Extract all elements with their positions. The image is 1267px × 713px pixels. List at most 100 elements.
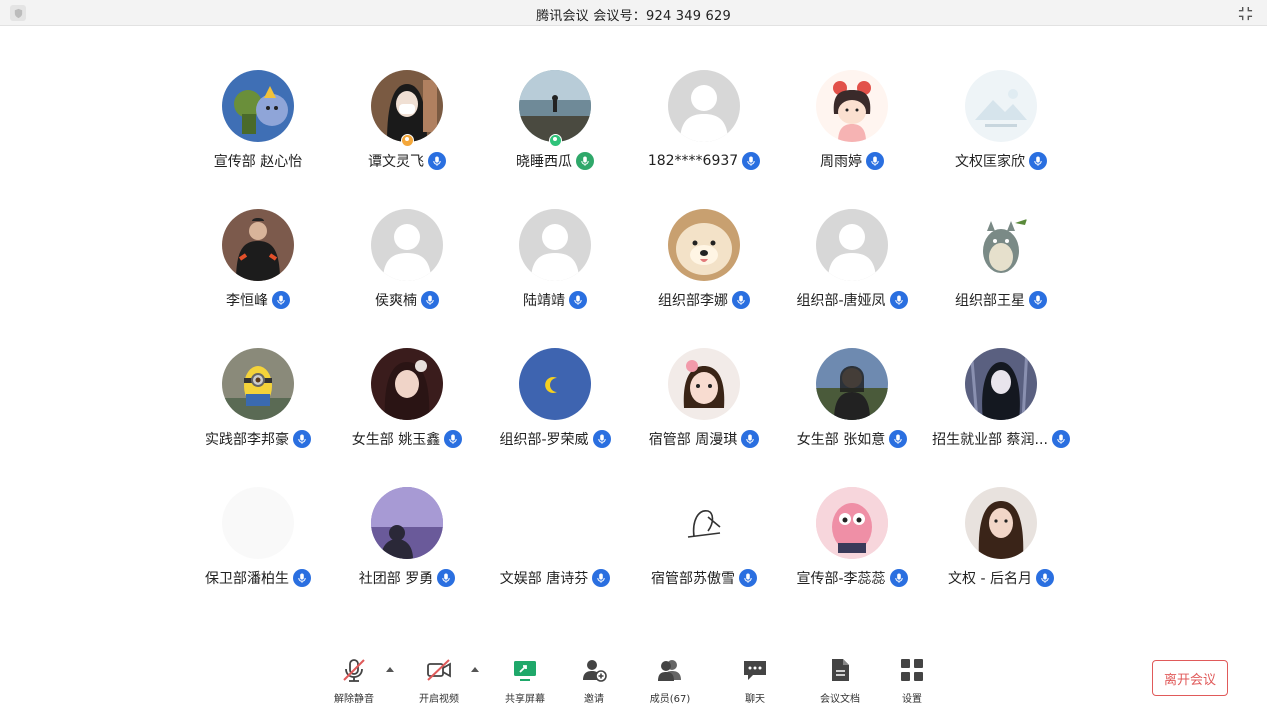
participant-grid: 宣传部 赵心怡 谭文灵飞 晓睡西瓜 182****6937 周雨婷 文权匡家欣李恒峰 侯爽楠… — [0, 0, 1267, 640]
avatar — [371, 487, 443, 559]
mic-status-icon — [437, 569, 456, 587]
avatar — [965, 70, 1037, 142]
participant-name: 晓睡西瓜 — [516, 154, 572, 170]
participant-name: 组织部李娜 — [658, 293, 728, 309]
participant-name: 李恒峰 — [226, 293, 268, 309]
participant-name: 保卫部潘柏生 — [205, 571, 289, 587]
mic-status-icon — [889, 569, 908, 587]
mic-status-icon — [569, 291, 587, 309]
participant-name: 文权 - 后名月 — [948, 571, 1032, 587]
camera-off-icon — [424, 655, 454, 685]
mic-status-icon — [1029, 152, 1047, 170]
avatar — [816, 209, 888, 281]
participant-name: 女生部 姚玉鑫 — [351, 432, 441, 448]
avatar — [519, 209, 591, 281]
participant-tile[interactable]: 组织部-唐娅凤 — [777, 209, 927, 319]
participant-name: 组织部王星 — [955, 293, 1025, 309]
avatar — [668, 70, 740, 142]
participant-tile[interactable]: 陆靖靖 — [480, 209, 630, 319]
mic-status-icon — [732, 291, 750, 309]
chat-icon — [740, 655, 770, 685]
document-icon — [825, 655, 855, 685]
mic-muted-icon — [339, 655, 369, 685]
participant-tile[interactable]: 实践部李邦豪 — [183, 348, 333, 458]
meeting-docs-button[interactable]: 会议文档 — [810, 655, 870, 707]
participant-name: 周雨婷 — [820, 154, 862, 170]
participant-tile[interactable]: 宣传部-李蕊蕊 — [777, 487, 927, 597]
participant-name: 宣传部 赵心怡 — [213, 154, 303, 170]
participant-name: 182****6937 — [647, 153, 739, 169]
avatar — [816, 348, 888, 420]
participant-name: 谭文灵飞 — [368, 154, 424, 170]
chat-button[interactable]: 聊天 — [725, 655, 785, 707]
mic-status-icon — [592, 430, 611, 448]
participant-name: 侯爽楠 — [375, 293, 417, 309]
members-button[interactable]: 成员(67) — [640, 655, 700, 707]
mic-status-icon — [1051, 430, 1070, 448]
avatar — [965, 348, 1037, 420]
mic-status-icon — [866, 152, 884, 170]
avatar — [222, 209, 294, 281]
avatar — [519, 70, 591, 142]
share-screen-icon — [510, 655, 540, 685]
leave-meeting-button[interactable]: 离开会议 — [1152, 660, 1228, 696]
share-screen-button[interactable]: 共享屏幕 — [495, 655, 555, 707]
mic-status-icon — [576, 152, 594, 170]
unmute-button[interactable]: 解除静音 — [324, 655, 384, 707]
participant-name-row: 组织部王星 — [906, 289, 1096, 311]
participant-name: 组织部-唐娅凤 — [796, 293, 886, 309]
participant-name: 宿管部苏傲雪 — [651, 571, 735, 587]
avatar — [965, 487, 1037, 559]
participant-tile[interactable]: 晓睡西瓜 — [480, 70, 630, 180]
avatar — [371, 209, 443, 281]
participant-name: 招生就业部 蔡润... — [932, 432, 1048, 448]
mic-status-icon — [293, 569, 311, 587]
avatar — [371, 348, 443, 420]
avatar — [222, 70, 294, 142]
participant-name: 陆靖靖 — [523, 293, 565, 309]
avatar — [519, 348, 591, 420]
avatar — [668, 487, 740, 559]
mic-status-icon — [592, 569, 611, 587]
mic-status-icon — [293, 430, 311, 448]
participant-tile[interactable]: 招生就业部 蔡润... — [926, 348, 1076, 458]
invite-button[interactable]: 邀请 — [564, 655, 624, 707]
video-options-caret-icon[interactable] — [470, 665, 480, 673]
settings-button[interactable]: 设置 — [882, 655, 942, 707]
mic-status-icon — [1035, 569, 1054, 587]
participant-name-row: 招生就业部 蔡润... — [906, 428, 1096, 450]
avatar — [668, 209, 740, 281]
participant-tile[interactable]: 保卫部潘柏生 — [183, 487, 333, 597]
participant-tile[interactable]: 文权 - 后名月 — [926, 487, 1076, 597]
participant-tile[interactable]: 女生部 张如意 — [777, 348, 927, 458]
participant-tile[interactable]: 文权匡家欣 — [926, 70, 1076, 180]
participant-name: 文权匡家欣 — [955, 154, 1025, 170]
participant-name: 宣传部-李蕊蕊 — [796, 571, 886, 587]
mic-status-icon — [428, 152, 446, 170]
add-user-icon — [579, 655, 609, 685]
participant-tile[interactable]: 组织部王星 — [926, 209, 1076, 319]
participant-tile[interactable]: 周雨婷 — [777, 70, 927, 180]
avatar — [222, 487, 294, 559]
participant-name: 文娱部 唐诗芬 — [499, 571, 589, 587]
meeting-toolbar: 解除静音 开启视频 共享屏幕 邀请 成员(67) 聊天 会议文档 设置 — [0, 645, 1267, 713]
participant-tile[interactable]: 文娱部 唐诗芬 — [480, 487, 630, 597]
members-icon — [655, 655, 685, 685]
avatar — [816, 487, 888, 559]
participant-name-row: 文权 - 后名月 — [906, 567, 1096, 589]
mic-status-icon — [1029, 291, 1047, 309]
avatar — [668, 348, 740, 420]
role-badge-icon — [549, 134, 562, 147]
start-video-button[interactable]: 开启视频 — [409, 655, 469, 707]
mic-status-icon — [889, 291, 908, 309]
participant-name: 女生部 张如意 — [796, 432, 886, 448]
mic-status-icon — [889, 430, 908, 448]
apps-grid-icon — [897, 655, 927, 685]
participant-tile[interactable]: 宣传部 赵心怡 — [183, 70, 333, 180]
participant-tile[interactable]: 李恒峰 — [183, 209, 333, 319]
participant-tile[interactable]: 组织部-罗荣威 — [480, 348, 630, 458]
participant-name-row: 文权匡家欣 — [906, 150, 1096, 172]
audio-options-caret-icon[interactable] — [385, 665, 395, 673]
mic-status-icon — [421, 291, 439, 309]
mic-status-icon — [272, 291, 290, 309]
